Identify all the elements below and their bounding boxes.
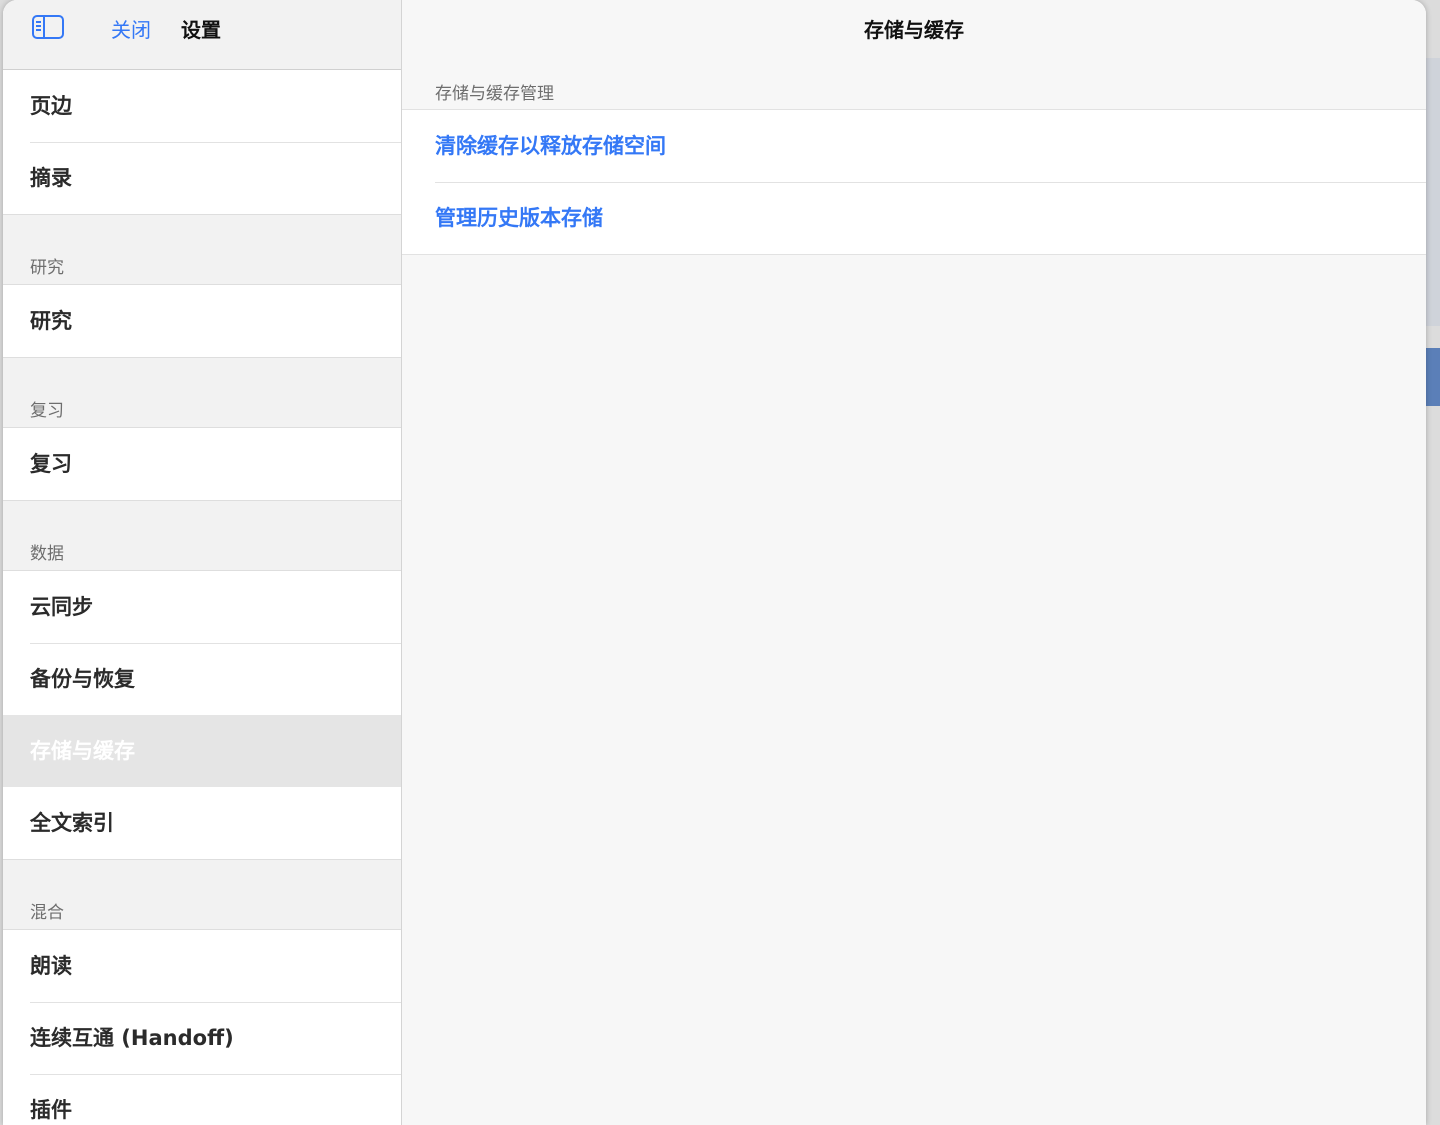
sidebar-toggle-icon[interactable]: [32, 15, 64, 39]
detail-section-header: 存储与缓存管理: [435, 84, 554, 104]
sidebar-header: 关闭 设置: [3, 0, 401, 70]
section-header-research: 研究: [3, 215, 401, 285]
sidebar-group-top: 页边 摘录: [3, 70, 401, 215]
sidebar-group-review: 复习: [3, 428, 401, 501]
sidebar-item-cloud-sync[interactable]: 云同步: [3, 571, 401, 643]
sidebar-item-storage-cache[interactable]: 存储与缓存: [3, 715, 401, 787]
sidebar-item-excerpt[interactable]: 摘录: [3, 142, 401, 214]
detail-title: 存储与缓存: [864, 18, 964, 42]
settings-title: 设置: [181, 18, 221, 42]
section-header-review: 复习: [3, 358, 401, 428]
manage-history-storage-button[interactable]: 管理历史版本存储: [402, 182, 1426, 254]
sidebar-group-misc: 朗读 连续互通 (Handoff) 插件: [3, 930, 401, 1125]
sidebar-item-backup-restore[interactable]: 备份与恢复: [3, 643, 401, 715]
detail-action-group: 清除缓存以释放存储空间 管理历史版本存储: [402, 109, 1426, 255]
sidebar-item-handoff[interactable]: 连续互通 (Handoff): [3, 1002, 401, 1074]
sidebar-item-read-aloud[interactable]: 朗读: [3, 930, 401, 1002]
close-button[interactable]: 关闭: [111, 14, 151, 43]
sidebar-item-margin[interactable]: 页边: [3, 70, 401, 142]
sidebar-item-plugins[interactable]: 插件: [3, 1074, 401, 1125]
sidebar-list: 页边 摘录 研究 研究 复习 复习 数据 云同步 备份与恢复 存储与缓存 全文索…: [3, 70, 401, 1125]
section-header-misc: 混合: [3, 860, 401, 930]
sidebar-item-review[interactable]: 复习: [3, 428, 401, 500]
section-header-data: 数据: [3, 501, 401, 571]
sidebar-item-fulltext-index[interactable]: 全文索引: [3, 787, 401, 859]
sidebar-group-data: 云同步 备份与恢复 存储与缓存 全文索引: [3, 571, 401, 860]
sidebar-item-research[interactable]: 研究: [3, 285, 401, 357]
settings-window: 关闭 设置 页边 摘录 研究 研究 复习 复习 数据 云同步 备份与恢复 存储与…: [3, 0, 1426, 1125]
settings-sidebar: 关闭 设置 页边 摘录 研究 研究 复习 复习 数据 云同步 备份与恢复 存储与…: [3, 0, 402, 1125]
clear-cache-button[interactable]: 清除缓存以释放存储空间: [402, 110, 1426, 182]
sidebar-group-research: 研究: [3, 285, 401, 358]
detail-pane: 存储与缓存 存储与缓存管理 清除缓存以释放存储空间 管理历史版本存储: [402, 0, 1426, 1125]
